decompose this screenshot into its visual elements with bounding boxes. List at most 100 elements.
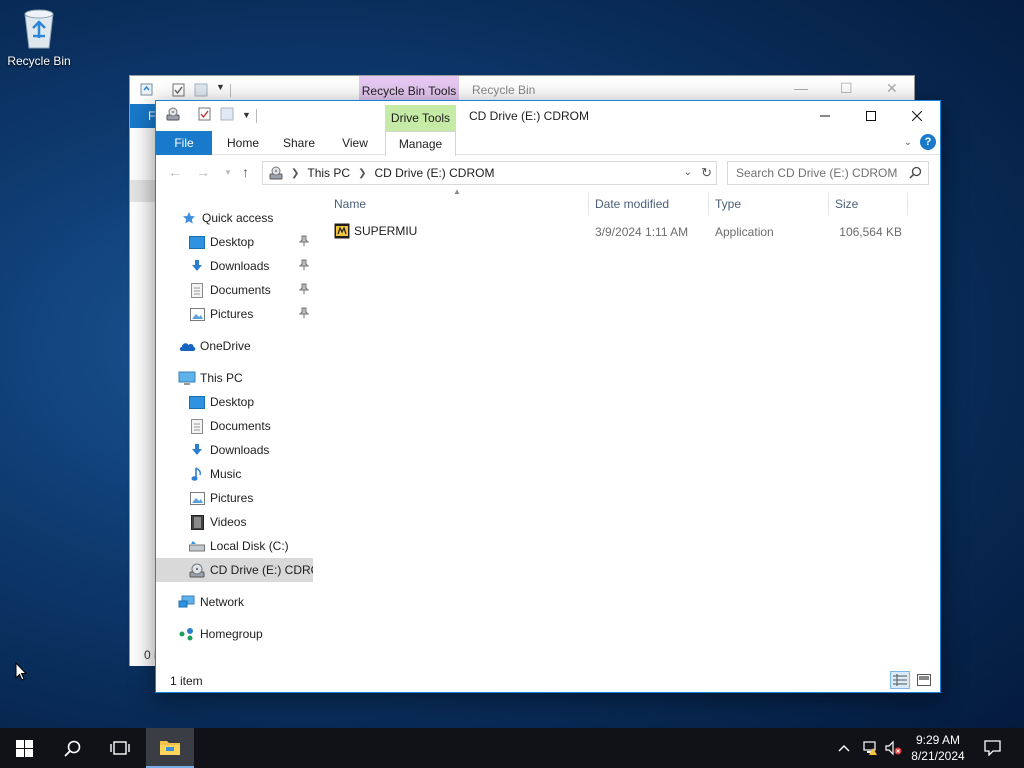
nav-onedrive[interactable]: OneDrive bbox=[156, 334, 313, 358]
large-icons-view-icon bbox=[917, 674, 931, 686]
close-icon[interactable]: ✕ bbox=[886, 80, 898, 97]
nav-pc-local-disk[interactable]: Local Disk (C:) bbox=[156, 534, 313, 558]
new-folder-icon[interactable] bbox=[194, 83, 208, 97]
breadcrumb-cd-drive[interactable]: CD Drive (E:) CDROM bbox=[374, 166, 494, 180]
nav-this-pc[interactable]: This PC bbox=[156, 366, 313, 390]
start-button[interactable] bbox=[0, 728, 48, 768]
search-button[interactable] bbox=[48, 728, 96, 768]
download-arrow-icon bbox=[192, 444, 202, 455]
nav-label: CD Drive (E:) CDROM bbox=[210, 563, 313, 577]
nav-quick-pictures[interactable]: Pictures bbox=[156, 302, 313, 326]
nav-pc-pictures[interactable]: Pictures bbox=[156, 486, 313, 510]
qat-dropdown-icon[interactable]: ▼ bbox=[242, 110, 251, 120]
minimize-icon[interactable]: — bbox=[794, 80, 808, 96]
tab-manage[interactable]: Manage bbox=[385, 131, 456, 156]
nav-pc-downloads[interactable]: Downloads bbox=[156, 438, 313, 462]
properties-icon[interactable] bbox=[198, 107, 211, 121]
file-tab[interactable]: F bbox=[130, 104, 156, 128]
maximize-icon[interactable]: ☐ bbox=[840, 80, 853, 97]
file-explorer-taskbar-button[interactable] bbox=[146, 728, 194, 768]
qat-dropdown-icon[interactable]: ▼ bbox=[216, 82, 225, 92]
nav-pc-music[interactable]: Music bbox=[156, 462, 313, 486]
breadcrumb-this-pc[interactable]: This PC bbox=[307, 166, 350, 180]
desktop-icon-recycle-bin[interactable]: Recycle Bin bbox=[2, 6, 76, 68]
breadcrumb-chevron-icon[interactable]: ❯ bbox=[358, 168, 366, 179]
back-icon[interactable]: ← bbox=[168, 164, 182, 180]
nav-label: Desktop bbox=[210, 235, 255, 249]
new-folder-icon[interactable] bbox=[220, 107, 234, 121]
refresh-icon[interactable]: ↻ bbox=[701, 165, 712, 181]
pin-icon[interactable] bbox=[299, 259, 309, 271]
mouse-cursor-icon bbox=[15, 662, 27, 681]
desktop-icon bbox=[189, 395, 205, 409]
nav-network[interactable]: Network bbox=[156, 590, 313, 614]
nav-label: Documents bbox=[210, 283, 271, 297]
view-switcher bbox=[890, 671, 934, 689]
nav-homegroup[interactable]: Homegroup bbox=[156, 622, 313, 646]
clock[interactable]: 9:29 AM 8/21/2024 bbox=[902, 732, 974, 764]
search-input[interactable]: Search CD Drive (E:) CDROM bbox=[727, 161, 929, 185]
desktop-icon bbox=[189, 235, 205, 249]
network-tray-button[interactable] bbox=[862, 728, 882, 768]
tab-file[interactable]: File bbox=[156, 131, 212, 155]
notification-icon bbox=[983, 740, 1001, 756]
nav-pc-cd-drive[interactable]: CD Drive (E:) CDROM bbox=[156, 558, 313, 582]
column-divider[interactable] bbox=[588, 193, 589, 215]
explorer-window[interactable]: ▼ Drive Tools CD Drive (E:) CDROM File H… bbox=[155, 100, 941, 693]
qat-separator bbox=[230, 84, 231, 97]
show-hidden-icons-button[interactable] bbox=[838, 728, 854, 768]
column-header-type[interactable]: Type bbox=[711, 193, 828, 215]
forward-icon[interactable]: → bbox=[196, 164, 210, 180]
nav-quick-documents[interactable]: Documents bbox=[156, 278, 313, 302]
nav-label: Network bbox=[200, 595, 245, 609]
details-view-button[interactable] bbox=[890, 671, 910, 689]
nav-quick-desktop[interactable]: Desktop bbox=[156, 230, 313, 254]
up-icon[interactable]: ↑ bbox=[242, 164, 249, 180]
file-row[interactable]: SUPERMIU 3/9/2024 1:11 AM Application 10… bbox=[330, 221, 910, 243]
network-icon bbox=[178, 595, 195, 607]
document-icon bbox=[191, 282, 203, 298]
drive-tools-tab[interactable]: Drive Tools bbox=[385, 105, 456, 131]
close-button[interactable] bbox=[894, 101, 940, 131]
application-icon bbox=[334, 223, 350, 239]
drive-small-icon bbox=[269, 166, 283, 180]
ribbon-tabs: File Home Share View Manage ⌄ ? bbox=[156, 131, 940, 156]
column-header-size[interactable]: Size bbox=[831, 193, 907, 215]
file-type: Application bbox=[715, 225, 774, 239]
nav-pc-desktop[interactable]: Desktop bbox=[156, 390, 313, 414]
minimize-button[interactable] bbox=[802, 101, 848, 131]
title-bar[interactable]: ▼ Drive Tools CD Drive (E:) CDROM bbox=[156, 101, 940, 131]
chevron-up-icon bbox=[838, 745, 850, 752]
column-divider[interactable] bbox=[828, 193, 829, 215]
address-bar[interactable]: ❯ This PC ❯ CD Drive (E:) CDROM ⌄ ↻ bbox=[262, 161, 717, 185]
pin-icon[interactable] bbox=[299, 235, 309, 247]
column-divider[interactable] bbox=[708, 193, 709, 215]
properties-icon[interactable] bbox=[172, 83, 185, 97]
recent-locations-icon[interactable]: ▼ bbox=[224, 168, 232, 177]
pin-icon[interactable] bbox=[299, 307, 309, 319]
large-icons-view-button[interactable] bbox=[914, 671, 934, 689]
address-dropdown-icon[interactable]: ⌄ bbox=[684, 167, 692, 178]
tab-share[interactable]: Share bbox=[274, 131, 324, 155]
action-center-button[interactable] bbox=[980, 728, 1004, 768]
pin-icon[interactable] bbox=[299, 283, 309, 295]
nav-quick-downloads[interactable]: Downloads bbox=[156, 254, 313, 278]
task-view-icon bbox=[110, 741, 130, 755]
tab-home[interactable]: Home bbox=[218, 131, 268, 155]
maximize-button[interactable] bbox=[848, 101, 894, 131]
folder-icon bbox=[160, 741, 180, 755]
help-icon[interactable]: ? bbox=[920, 134, 936, 150]
recycle-bin-small-icon bbox=[140, 83, 153, 96]
breadcrumb-chevron-icon[interactable]: ❯ bbox=[291, 168, 299, 179]
tab-view[interactable]: View bbox=[330, 131, 380, 155]
volume-tray-button[interactable] bbox=[884, 728, 904, 768]
nav-pc-videos[interactable]: Videos bbox=[156, 510, 313, 534]
nav-quick-access[interactable]: Quick access bbox=[156, 206, 313, 230]
expand-ribbon-icon[interactable]: ⌄ bbox=[904, 137, 912, 148]
column-header-date[interactable]: Date modified bbox=[591, 193, 708, 215]
nav-pc-documents[interactable]: Documents bbox=[156, 414, 313, 438]
search-placeholder: Search CD Drive (E:) CDROM bbox=[736, 166, 898, 180]
column-divider[interactable] bbox=[907, 193, 908, 215]
column-header-name[interactable]: Name bbox=[330, 193, 587, 215]
task-view-button[interactable] bbox=[96, 728, 144, 768]
